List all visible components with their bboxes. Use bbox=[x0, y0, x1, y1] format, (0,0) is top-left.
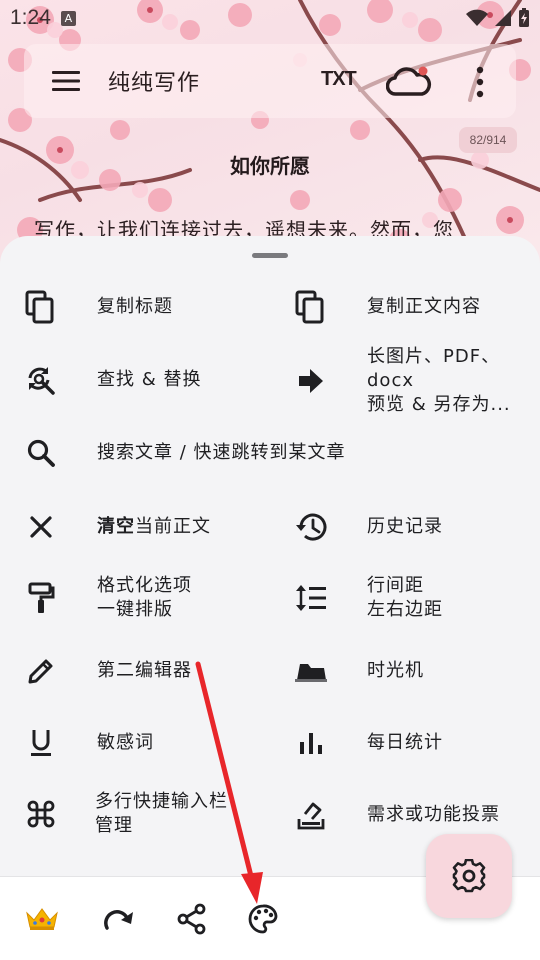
sensitive-words-label: 敏感词 bbox=[97, 732, 154, 753]
hamburger-menu-icon bbox=[52, 71, 80, 91]
app-title: 纯纯写作 bbox=[108, 71, 201, 96]
find-replace-icon bbox=[24, 363, 58, 397]
bar-chart-icon bbox=[294, 726, 328, 760]
close-icon bbox=[24, 510, 58, 544]
line-spacing-icon bbox=[294, 581, 328, 615]
arrow-forward-icon bbox=[294, 364, 328, 398]
line-spacing-label: 行间距 左右边距 bbox=[367, 575, 443, 620]
copy-icon bbox=[24, 290, 58, 324]
export-preview-label: 长图片、PDF、 docx 预览 & 另存为... bbox=[367, 346, 511, 415]
second-editor-label: 第二编辑器 bbox=[97, 660, 192, 681]
search-icon bbox=[24, 436, 58, 470]
underline-icon bbox=[24, 726, 58, 760]
command-key-icon bbox=[24, 797, 58, 831]
status-bar: 1:24 A bbox=[0, 0, 540, 36]
crown-icon[interactable] bbox=[22, 899, 62, 939]
drag-handle[interactable] bbox=[252, 253, 288, 258]
time-machine-item[interactable]: 时光机 bbox=[294, 654, 424, 688]
multiline-input-label: 多行快捷输入栏 管理 bbox=[95, 791, 228, 836]
document-title[interactable]: 如你所愿 bbox=[0, 150, 540, 179]
redo-icon[interactable] bbox=[99, 899, 139, 939]
multiline-input-item[interactable]: 多行快捷输入栏 管理 bbox=[24, 790, 228, 838]
time-machine-label: 时光机 bbox=[367, 660, 424, 681]
copy-body-item[interactable]: 复制正文内容 bbox=[294, 290, 481, 324]
battery-icon bbox=[519, 8, 529, 27]
status-time: 1:24 bbox=[10, 6, 51, 29]
cloud-sync-icon[interactable] bbox=[386, 62, 432, 102]
format-options-label: 格式化选项 一键排版 bbox=[97, 575, 192, 620]
txt-export-button[interactable]: TXT bbox=[321, 68, 357, 91]
second-editor-item[interactable]: 第二编辑器 bbox=[24, 654, 192, 688]
copy-title-label: 复制标题 bbox=[97, 296, 173, 317]
daily-stats-label: 每日统计 bbox=[367, 732, 443, 753]
clear-body-item[interactable]: 清空当前正文 bbox=[24, 510, 211, 544]
copy-title-item[interactable]: 复制标题 bbox=[24, 290, 173, 324]
feature-vote-item[interactable]: 需求或功能投票 bbox=[294, 798, 500, 832]
copy-body-label: 复制正文内容 bbox=[367, 296, 481, 317]
settings-gear-icon bbox=[452, 859, 486, 893]
format-paint-icon bbox=[24, 581, 58, 615]
sensitive-words-item[interactable]: 敏感词 bbox=[24, 726, 154, 760]
vote-icon bbox=[294, 798, 328, 832]
search-articles-label: 搜索文章 / 快速跳转到某文章 bbox=[97, 442, 346, 463]
settings-fab[interactable] bbox=[426, 834, 512, 918]
history-icon bbox=[294, 510, 328, 544]
signal-icon bbox=[495, 10, 511, 26]
more-vert-icon[interactable] bbox=[468, 62, 492, 102]
daily-stats-item[interactable]: 每日统计 bbox=[294, 726, 443, 760]
notification-a-icon: A bbox=[60, 10, 76, 26]
find-replace-label: 查找 & 替换 bbox=[97, 369, 202, 390]
search-articles-item[interactable]: 搜索文章 / 快速跳转到某文章 bbox=[24, 436, 346, 470]
share-icon[interactable] bbox=[172, 899, 212, 939]
menu-button[interactable] bbox=[24, 44, 108, 118]
copy-icon bbox=[294, 290, 328, 324]
feature-vote-label: 需求或功能投票 bbox=[367, 804, 500, 825]
wifi-icon bbox=[466, 9, 488, 26]
line-spacing-item[interactable]: 行间距 左右边距 bbox=[294, 574, 443, 622]
time-machine-icon bbox=[294, 654, 328, 688]
export-preview-item[interactable]: 长图片、PDF、 docx 预览 & 另存为... bbox=[294, 345, 511, 417]
find-replace-item[interactable]: 查找 & 替换 bbox=[24, 363, 201, 397]
history-item[interactable]: 历史记录 bbox=[294, 510, 443, 544]
history-label: 历史记录 bbox=[367, 516, 443, 537]
edit-pencil-icon bbox=[24, 654, 58, 688]
clear-body-label: 清空当前正文 bbox=[97, 516, 211, 537]
top-app-bar: 纯纯写作 TXT bbox=[24, 44, 516, 118]
palette-icon[interactable] bbox=[243, 899, 283, 939]
format-options-item[interactable]: 格式化选项 一键排版 bbox=[24, 574, 192, 622]
